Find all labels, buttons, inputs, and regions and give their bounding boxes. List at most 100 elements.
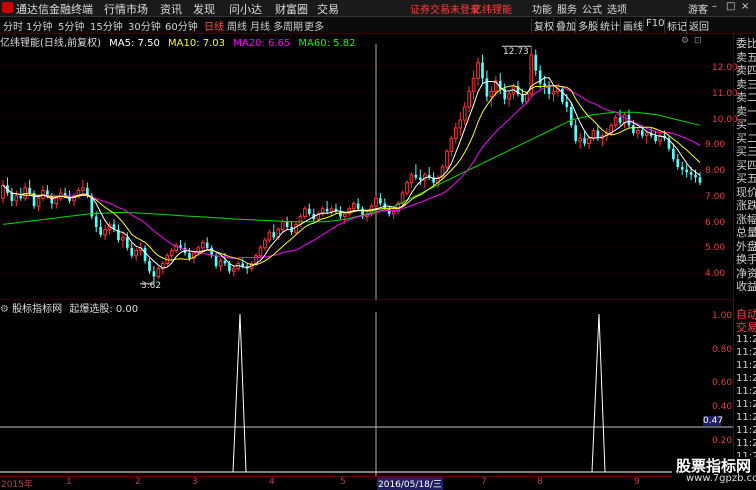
candle-body (489, 90, 494, 98)
candle-body (169, 249, 174, 257)
candle-body (298, 216, 303, 225)
candle-body (214, 255, 218, 267)
quote-side-panel: 委比 卖五 卖四 卖三 卖二 卖一 买一 买二 买三 买四 买五 现价 涨跌 涨幅 总量 外盘 换手 净资 收益 自动… (733, 34, 756, 476)
candle-body (587, 137, 591, 145)
tab-30min[interactable]: 30分钟 (128, 18, 161, 33)
candle-body (81, 187, 85, 191)
candle-body (228, 263, 231, 272)
watermark-url: www.7gpzb.com (686, 473, 756, 484)
maximize-icon[interactable]: □ (726, 1, 735, 12)
ma60-line (2, 111, 701, 225)
candle-body (152, 271, 156, 277)
candle-body (205, 242, 209, 248)
candle-body (1, 184, 5, 199)
candle-body (632, 125, 635, 134)
menu-quotes[interactable]: 行情 (104, 1, 126, 17)
tab-weekly[interactable]: 周线 (227, 18, 247, 33)
candle-body (374, 197, 378, 207)
candle-body (28, 187, 31, 194)
candle-body (351, 203, 356, 210)
candle-body (644, 132, 649, 137)
ma5-line (2, 77, 701, 269)
app-logo-icon (2, 2, 13, 13)
signal-spike (232, 313, 247, 473)
candle-body (200, 242, 205, 249)
low-annotation: 3.62 (141, 281, 161, 291)
menu-trade[interactable]: 交易 (317, 1, 339, 17)
tab-60min[interactable]: 60分钟 (165, 18, 198, 33)
ind-tick: 0.80 (712, 345, 733, 355)
candle-body (272, 232, 276, 238)
tab-multi-period[interactable]: 多周期 (273, 18, 303, 33)
date-tick: 1 (66, 477, 72, 487)
auto-trade-label[interactable]: 交易 (736, 319, 756, 335)
login-warning[interactable]: 证券交易未登录 (410, 1, 480, 16)
tab-more[interactable]: 更多 (304, 18, 324, 33)
minimize-icon[interactable]: – (712, 1, 717, 12)
candle-body (596, 130, 600, 139)
candle-body (325, 208, 329, 212)
menu-discover[interactable]: 发现 (193, 1, 215, 17)
f10-button[interactable]: F10 (643, 18, 666, 29)
tick-time: 11:25 (736, 373, 756, 384)
candle-body (543, 83, 546, 87)
candle-body (467, 90, 471, 108)
candle-body (19, 195, 23, 199)
menu-news[interactable]: 资讯 (160, 1, 182, 17)
menu-service[interactable]: 服务 (557, 1, 577, 16)
candle-body (14, 195, 19, 202)
price-tick: 9.00 (705, 140, 726, 150)
tab-monthly[interactable]: 月线 (250, 18, 270, 33)
candle-body (280, 221, 285, 231)
candle-body (405, 182, 409, 194)
menu-wealth[interactable]: 财富圈 (275, 1, 308, 17)
price-tick: 6.00 (705, 218, 726, 228)
draw-line-button[interactable]: 画线 (620, 18, 645, 33)
stock-tag[interactable]: 亿纬锂能 (472, 1, 512, 16)
indicator-legend: ⚙ 股标指标网 起爆选股: 0.00 (0, 300, 138, 315)
back-button[interactable]: 返回 (686, 18, 711, 33)
candle-body (339, 211, 342, 217)
candle-body (188, 253, 191, 259)
tab-daily[interactable]: 日线 (204, 18, 224, 33)
title-bar: 通达信金融终端 行情 市场 资讯 发现 问小达 财富圈 交易 证券交易未登录 亿… (0, 0, 756, 17)
tab-15min[interactable]: 15分钟 (90, 18, 123, 33)
candlestick-chart[interactable]: 12.73 3.62 (0, 34, 733, 300)
candle-body (241, 263, 245, 267)
menu-ask[interactable]: 问小达 (229, 1, 262, 17)
candle-body (143, 247, 147, 261)
close-icon[interactable]: × (741, 1, 749, 12)
date-tick: 9 (634, 477, 640, 487)
indicator-chart[interactable] (0, 312, 733, 476)
candle-body (379, 198, 382, 204)
tab-5min[interactable]: 5分钟 (58, 18, 84, 33)
candle-body (54, 197, 59, 205)
menu-formula[interactable]: 公式 (582, 1, 602, 16)
candle-body (458, 119, 463, 129)
menu-function[interactable]: 功能 (532, 1, 552, 16)
app-title: 通达信金融终端 (16, 3, 93, 16)
menu-market[interactable]: 市场 (126, 1, 148, 17)
high-annotation: 12.73 (503, 47, 529, 57)
guest-label[interactable]: 游客 (688, 1, 708, 16)
tab-intraday[interactable]: 分时 (3, 18, 23, 33)
tick-time: 11:25 (736, 438, 756, 449)
candle-body (156, 268, 161, 278)
candle-body (10, 193, 14, 201)
statistics-button[interactable]: 统计 (597, 18, 622, 33)
candle-body (561, 88, 564, 102)
tab-1min[interactable]: 1分钟 (26, 18, 52, 33)
tick-time: 11:25 (736, 360, 756, 371)
candle-body (418, 177, 422, 181)
date-tick: 2015年 (1, 480, 33, 490)
menu-options[interactable]: 选项 (607, 1, 627, 16)
tick-time: 11:25 (736, 412, 756, 423)
candle-body (449, 137, 454, 152)
tick-time: 11:25 (736, 386, 756, 397)
candle-body (218, 260, 223, 267)
candle-body (569, 107, 573, 126)
price-tick: 8.00 (705, 166, 726, 176)
tick-time: 11:25 (736, 334, 756, 345)
candle-body (99, 226, 103, 235)
candle-body (387, 208, 391, 214)
